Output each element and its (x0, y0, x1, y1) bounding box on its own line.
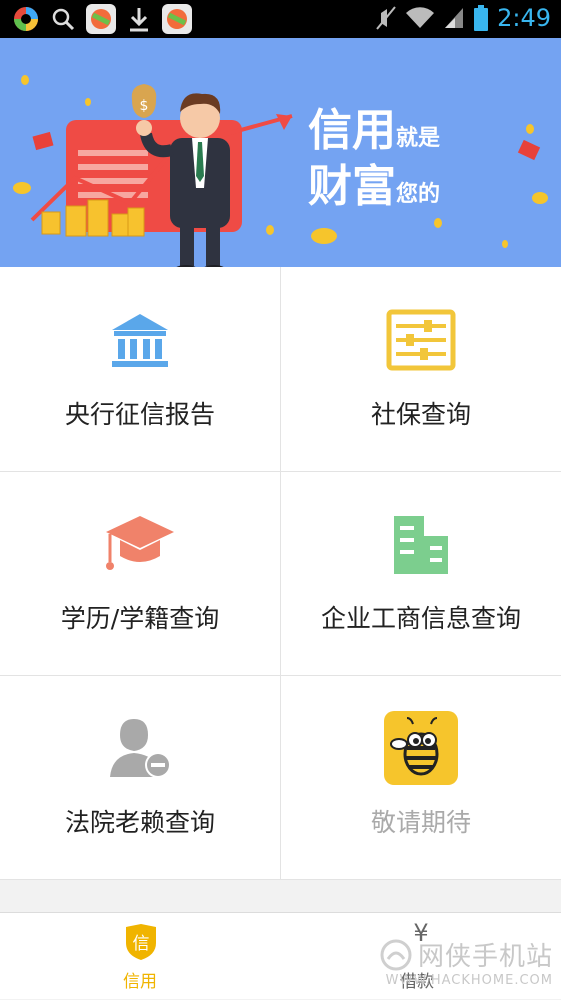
system-icons: 2:49 (375, 4, 551, 32)
battery-icon (474, 5, 489, 31)
app-360-icon (14, 7, 38, 31)
grid-item-enterprise[interactable]: 企业工商信息查询 (281, 471, 561, 675)
bank-icon (100, 305, 180, 375)
status-bar: 2:49 (0, 0, 561, 38)
watermark: 网侠手机站 WWW.HACKHOME.COM (380, 936, 553, 988)
bee-icon (381, 711, 461, 785)
grid-item-social-security[interactable]: 社保查询 (281, 267, 561, 471)
grid-item-education[interactable]: 学历/学籍查询 (0, 471, 280, 675)
tab-credit[interactable]: 信 信用 (0, 913, 280, 1000)
watermark-en: WWW.HACKHOME.COM (385, 973, 553, 988)
signal-icon (445, 8, 464, 28)
notification-icons (12, 4, 192, 34)
svg-text:$: $ (140, 98, 149, 114)
wifi-icon (406, 7, 435, 29)
shield-icon-label: 信 (132, 934, 150, 954)
grid-item-label: 企业工商信息查询 (320, 604, 521, 633)
grid-item-coming-soon: 敬请期待 (281, 675, 561, 879)
banner-headline-line1: 信用就是 (308, 105, 441, 156)
app-store-icon (86, 4, 116, 34)
grid-item-label: 社保查询 (370, 400, 471, 429)
grid-item-label: 法院老赖查询 (64, 808, 215, 837)
search-icon (52, 8, 75, 31)
hackhome-logo-icon (380, 939, 412, 970)
grid-item-label: 敬请期待 (370, 808, 471, 837)
watermark-cn: 网侠手机站 (417, 942, 553, 972)
banner-illustration: $ (13, 75, 548, 267)
grid-divider (280, 267, 281, 880)
tab-label: 信用 (123, 972, 157, 992)
grid-item-credit-report[interactable]: 央行征信报告 (0, 267, 280, 471)
grid-item-label: 学历/学籍查询 (60, 604, 220, 633)
equalizer-icon (381, 305, 461, 375)
clock: 2:49 (497, 4, 551, 32)
download-icon (130, 8, 148, 32)
grid-item-court-debtor[interactable]: 法院老赖查询 (0, 675, 280, 879)
user-minus-icon (100, 713, 180, 783)
grid-item-label: 央行征信报告 (64, 400, 215, 429)
building-icon (381, 509, 461, 579)
shield-icon: 信 (124, 923, 158, 961)
promo-banner[interactable]: $ 信用就是 财富您的 (0, 38, 561, 267)
app-store-icon (162, 4, 192, 34)
banner-headline-line2: 财富您的 (308, 161, 441, 212)
graduation-cap-icon (100, 509, 180, 579)
mute-icon (376, 6, 396, 30)
